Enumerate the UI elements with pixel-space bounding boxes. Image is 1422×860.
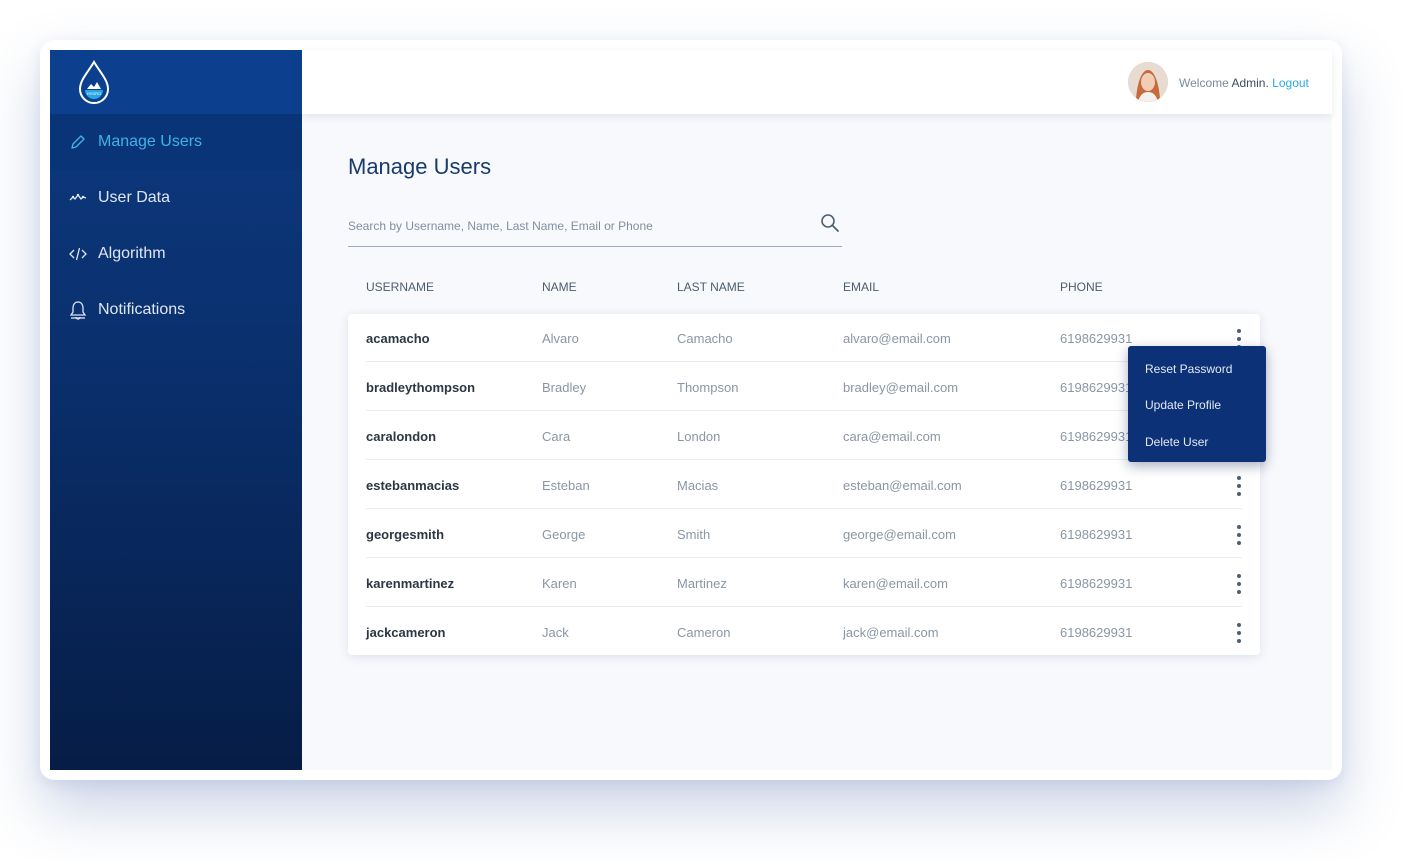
column-header-email: EMAIL — [843, 280, 880, 294]
cell-email: alvaro@email.com — [843, 331, 951, 346]
cell-username: karenmartinez — [366, 576, 455, 591]
cell-username: georgesmith — [366, 527, 445, 542]
search-bar — [348, 210, 842, 247]
cell-email: george@email.com — [843, 527, 956, 542]
row-actions-menu: Reset Password Update Profile Delete Use… — [1128, 346, 1266, 462]
cell-last-name: Cameron — [677, 625, 731, 640]
avatar[interactable] — [1128, 62, 1168, 102]
table-row[interactable]: georgesmith George Smith george@email.co… — [348, 510, 1260, 558]
column-header-last-name: LAST NAME — [677, 280, 745, 294]
cell-username: bradleythompson — [366, 380, 476, 395]
cell-username: estebanmacias — [366, 478, 460, 493]
cell-last-name: Thompson — [677, 380, 739, 395]
logout-link[interactable]: Logout — [1272, 76, 1309, 90]
cell-last-name: Martinez — [677, 576, 727, 591]
code-icon — [68, 244, 88, 264]
cell-phone: 6198629931 — [1060, 576, 1133, 591]
table-row[interactable]: bradleythompson Bradley Thompson bradley… — [348, 363, 1260, 411]
sidebar-item-label: Algorithm — [98, 245, 166, 262]
update-profile-menu-item[interactable]: Update Profile — [1145, 398, 1221, 412]
cell-name: Esteban — [542, 478, 590, 493]
row-divider — [366, 508, 1242, 509]
main-content: Welcome Admin. Logout Manage Users USERN… — [302, 50, 1332, 770]
logo-text: HYDRO — [87, 91, 101, 96]
cell-email: jack@email.com — [843, 625, 939, 640]
cell-email: karen@email.com — [843, 576, 948, 591]
pencil-icon — [68, 132, 88, 152]
top-bar: Welcome Admin. Logout — [302, 50, 1332, 114]
table-row[interactable]: caralondon Cara London cara@email.com 61… — [348, 412, 1260, 460]
cell-last-name: Smith — [677, 527, 711, 542]
sidebar-item-manage-users[interactable]: Manage Users — [50, 114, 302, 170]
row-divider — [366, 361, 1242, 362]
cell-phone: 6198629931 — [1060, 527, 1133, 542]
cell-username: acamacho — [366, 331, 430, 346]
more-options-icon[interactable] — [1233, 623, 1245, 643]
user-name: Admin. — [1231, 76, 1269, 90]
cell-name: Jack — [542, 625, 569, 640]
cell-email: cara@email.com — [843, 429, 941, 444]
sidebar-item-user-data[interactable]: User Data — [50, 170, 302, 226]
welcome-label: Welcome — [1179, 76, 1229, 90]
table-row[interactable]: estebanmacias Esteban Macias esteban@ema… — [348, 461, 1260, 509]
cell-email: esteban@email.com — [843, 478, 962, 493]
sidebar: HYDRO Manage Users User Data Algorithm N… — [50, 50, 302, 770]
sidebar-item-label: Notifications — [98, 301, 186, 318]
welcome-text: Welcome Admin. Logout — [1179, 76, 1309, 90]
bell-icon — [68, 300, 88, 320]
cell-phone: 6198629931 — [1060, 331, 1133, 346]
column-header-username: USERNAME — [366, 280, 435, 294]
more-options-icon[interactable] — [1233, 525, 1245, 545]
cell-name: Alvaro — [542, 331, 579, 346]
row-divider — [366, 459, 1242, 460]
row-divider — [366, 557, 1242, 558]
line-chart-icon — [68, 188, 88, 208]
row-divider — [366, 410, 1242, 411]
cell-phone: 6198629931 — [1060, 625, 1133, 640]
cell-last-name: London — [677, 429, 721, 444]
cell-name: George — [542, 527, 586, 542]
row-divider — [366, 606, 1242, 607]
table-row[interactable]: acamacho Alvaro Camacho alvaro@email.com… — [348, 314, 1260, 362]
logo-bar: HYDRO — [50, 50, 302, 114]
cell-name: Cara — [542, 429, 571, 444]
cell-email: bradley@email.com — [843, 380, 959, 395]
cell-name: Bradley — [542, 380, 587, 395]
page-title: Manage Users — [348, 154, 492, 179]
sidebar-item-notifications[interactable]: Notifications — [50, 282, 302, 338]
column-header-phone: PHONE — [1060, 280, 1103, 294]
sidebar-item-algorithm[interactable]: Algorithm — [50, 226, 302, 282]
cell-username: jackcameron — [366, 625, 446, 640]
cell-phone: 6198629931 — [1060, 478, 1133, 493]
cell-phone: 6198629931 — [1060, 380, 1133, 395]
sidebar-item-label: Manage Users — [98, 133, 203, 150]
cell-name: Karen — [542, 576, 577, 591]
table-row[interactable]: karenmartinez Karen Martinez karen@email… — [348, 559, 1260, 607]
search-icon[interactable] — [820, 213, 840, 233]
cell-last-name: Macias — [677, 478, 719, 493]
more-options-icon[interactable] — [1233, 574, 1245, 594]
table-row[interactable]: jackcameron Jack Cameron jack@email.com … — [348, 608, 1260, 656]
more-options-icon[interactable] — [1233, 476, 1245, 496]
cell-last-name: Camacho — [677, 331, 733, 346]
app-window: HYDRO Manage Users User Data Algorithm N… — [40, 40, 1342, 780]
reset-password-menu-item[interactable]: Reset Password — [1145, 362, 1232, 376]
logo-icon[interactable]: HYDRO — [74, 60, 114, 104]
cell-username: caralondon — [366, 429, 437, 444]
users-table: acamacho Alvaro Camacho alvaro@email.com… — [348, 314, 1260, 655]
cell-phone: 6198629931 — [1060, 429, 1133, 444]
search-input[interactable] — [348, 214, 798, 238]
sidebar-item-label: User Data — [98, 189, 171, 206]
delete-user-menu-item[interactable]: Delete User — [1145, 435, 1208, 449]
column-header-name: NAME — [542, 280, 577, 294]
